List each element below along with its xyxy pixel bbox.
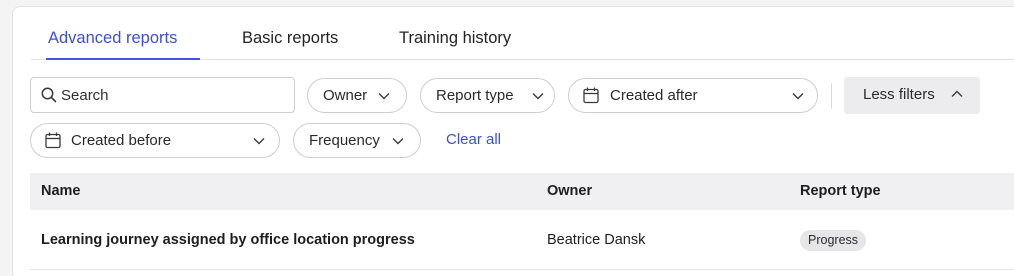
table-row[interactable]: Learning journey assigned by office loca… <box>30 210 1014 270</box>
report-type-badge: Progress <box>800 230 867 251</box>
created-before-filter[interactable]: Created before <box>30 123 280 158</box>
report-type-filter-label: Report type <box>436 87 514 104</box>
report-type-filter[interactable]: Report type <box>420 78 555 113</box>
tab-advanced-reports[interactable]: Advanced reports <box>46 29 200 60</box>
less-filters-label: Less filters <box>863 86 935 103</box>
chevron-up-icon <box>951 90 963 97</box>
column-header-name[interactable]: Name <box>41 183 81 199</box>
owner-filter[interactable]: Owner <box>307 78 407 113</box>
chevron-down-icon <box>532 93 544 100</box>
calendar-icon <box>45 132 61 149</box>
active-tab-indicator <box>46 58 200 60</box>
column-header-report-type[interactable]: Report type <box>800 183 881 199</box>
less-filters-button[interactable]: Less filters <box>844 77 980 114</box>
search-box[interactable] <box>30 77 295 113</box>
column-header-owner[interactable]: Owner <box>547 183 592 199</box>
table-header: Name Owner Report type <box>30 173 1014 210</box>
owner-filter-label: Owner <box>323 87 368 104</box>
report-name[interactable]: Learning journey assigned by office loca… <box>41 232 415 248</box>
search-icon <box>41 87 57 103</box>
created-before-filter-label: Created before <box>71 132 172 149</box>
tab-label: Advanced reports <box>48 29 178 47</box>
report-tabs: Advanced reports Basic reports Training … <box>31 7 1014 60</box>
search-input[interactable] <box>61 78 289 112</box>
tab-label: Training history <box>399 29 512 47</box>
reports-card: Advanced reports Basic reports Training … <box>12 6 1014 276</box>
chevron-down-icon <box>253 138 265 145</box>
tab-label: Basic reports <box>242 29 339 47</box>
frequency-filter-label: Frequency <box>309 132 380 149</box>
report-owner: Beatrice Dansk <box>547 232 646 248</box>
created-after-filter[interactable]: Created after <box>568 78 818 113</box>
created-after-filter-label: Created after <box>610 87 698 104</box>
filter-divider <box>831 83 832 109</box>
tab-basic-reports[interactable]: Basic reports <box>242 29 338 60</box>
chevron-down-icon <box>378 93 390 100</box>
tab-training-history[interactable]: Training history <box>399 29 511 60</box>
frequency-filter[interactable]: Frequency <box>293 123 421 158</box>
chevron-down-icon <box>392 138 404 145</box>
chevron-down-icon <box>792 93 804 100</box>
clear-all-link[interactable]: Clear all <box>446 131 501 148</box>
calendar-icon <box>583 87 599 104</box>
